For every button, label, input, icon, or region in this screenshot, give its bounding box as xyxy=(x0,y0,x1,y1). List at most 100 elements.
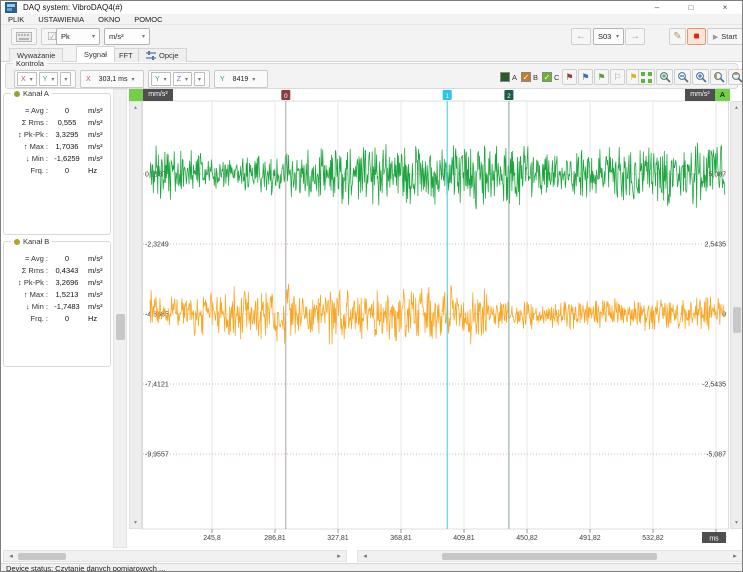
stat-row-min: ↓ Min :-1,7483m/s² xyxy=(4,300,110,312)
scroll-up-icon[interactable]: ▴ xyxy=(130,104,141,111)
scroll-up-icon[interactable]: ▴ xyxy=(731,104,742,111)
channel-b-bullet-icon xyxy=(14,239,20,245)
amplitude-select[interactable]: Pk ▾ xyxy=(56,28,100,45)
svg-text:532,82: 532,82 xyxy=(642,535,664,542)
tab-sygnal[interactable]: Sygnał xyxy=(76,46,115,62)
zoom-fit-button[interactable] xyxy=(638,69,655,85)
stat-row-pkpk: ↕ Pk-Pk :3,3295m/s² xyxy=(4,128,110,140)
channel-a-title: Kanał A xyxy=(23,89,49,98)
zoom-select-button[interactable] xyxy=(656,69,673,85)
svg-text:-5,087: -5,087 xyxy=(706,452,726,459)
main-toolbar: ☑ Pk ▾ m/s² ▾ ← S03 ▾ → ✎ ■ ▶ Start xyxy=(1,25,742,46)
signal-plot[interactable]: 0,2187-2,3249-4,8685-7,4121-9,95575,0872… xyxy=(142,89,729,546)
close-button[interactable]: × xyxy=(708,1,742,14)
tab-fft[interactable]: FFT xyxy=(111,48,141,62)
minimize-button[interactable]: – xyxy=(640,1,674,14)
cursor-axis-group-1: X▾ Y▾ ▾ xyxy=(14,70,76,88)
panel-horizontal-scrollbar[interactable]: ◂ ▸ xyxy=(3,550,347,562)
channel-a-checkbox[interactable] xyxy=(500,72,510,82)
chart-horizontal-scrollbar[interactable]: ◂ ▸ xyxy=(357,550,743,562)
menu-pomoc[interactable]: POMOC xyxy=(127,15,169,24)
stat-label: = Avg : xyxy=(4,254,48,263)
check-icon: ✓ xyxy=(523,73,530,82)
channel-a-panel: Kanał A = Avg :0m/s² Σ Rms :0,555m/s² ↕ … xyxy=(3,93,111,235)
stat-label: ↑ Max : xyxy=(4,290,48,299)
menu-okno[interactable]: OKNO xyxy=(91,15,127,24)
panel-vscroll-thumb[interactable] xyxy=(116,314,125,340)
scroll-left-icon[interactable]: ◂ xyxy=(6,551,16,562)
scroll-right-icon[interactable]: ▸ xyxy=(730,551,740,562)
edit-button[interactable]: ✎ xyxy=(669,28,686,45)
chart-hscroll-thumb[interactable] xyxy=(442,553,657,560)
chart-left-channel-square[interactable] xyxy=(129,89,143,101)
axis-y-label: Y xyxy=(43,76,48,83)
left-axis-unit-badge: mm/s² xyxy=(143,89,173,101)
maximize-button[interactable]: □ xyxy=(674,1,708,14)
flag-outline-button[interactable]: ⚐ xyxy=(610,69,625,85)
flag-blue-button[interactable]: ⚑ xyxy=(578,69,593,85)
maximize-icon: □ xyxy=(689,3,694,12)
tab-opcje[interactable]: Opcje xyxy=(138,48,187,62)
panel-hscroll-thumb[interactable] xyxy=(18,553,66,560)
menu-plik[interactable]: PLIK xyxy=(1,15,31,24)
svg-text:245,8: 245,8 xyxy=(203,535,221,542)
stop-button[interactable]: ■ xyxy=(687,28,706,45)
magnifier-minus-icon xyxy=(677,71,689,83)
chevron-down-icon: ▾ xyxy=(30,76,33,83)
stat-value: 1,5213 xyxy=(48,290,86,299)
axis-extra-select[interactable]: ▾ xyxy=(60,72,71,86)
scroll-left-icon[interactable]: ◂ xyxy=(360,551,370,562)
zoom-in-button[interactable] xyxy=(692,69,709,85)
zoom-out-button[interactable] xyxy=(674,69,691,85)
panel-vertical-scrollbar[interactable] xyxy=(113,89,127,548)
stat-label: ↓ Min : xyxy=(4,154,48,163)
scroll-down-icon[interactable]: ▾ xyxy=(130,519,141,526)
axis-z-select[interactable]: Z▾ xyxy=(173,72,192,86)
stat-unit: m/s² xyxy=(86,106,108,115)
svg-text:491,82: 491,82 xyxy=(579,535,601,542)
cursor-y-value-select[interactable]: 8419▾ xyxy=(230,72,259,86)
prev-dataset-button[interactable]: ← xyxy=(571,28,591,45)
flag-green-icon: ⚑ xyxy=(597,73,605,82)
stat-unit: m/s² xyxy=(86,302,108,311)
dataset-select[interactable]: S03 ▾ xyxy=(593,28,624,45)
menu-ustawienia[interactable]: USTAWIENIA xyxy=(31,15,91,24)
next-dataset-button[interactable]: → xyxy=(625,28,645,45)
axis-x-select[interactable]: X▾ xyxy=(17,72,37,86)
axis-y-select[interactable]: Y▾ xyxy=(39,72,59,86)
channel-c-checkbox[interactable]: ✓ xyxy=(542,72,552,82)
cursor-x-value-select[interactable]: 303,1 ms▾ xyxy=(96,72,138,86)
zoom-x-button[interactable] xyxy=(710,69,727,85)
stat-unit: Hz xyxy=(86,314,108,323)
channel-b-checkbox[interactable]: ✓ xyxy=(521,72,531,82)
stat-label: = Avg : xyxy=(4,106,48,115)
stat-unit: m/s² xyxy=(86,290,108,299)
chevron-down-icon: ▾ xyxy=(164,76,167,83)
x-tag-label: X xyxy=(86,76,91,83)
stat-value: 0 xyxy=(48,314,86,323)
stat-label: Frq. : xyxy=(4,314,48,323)
stat-row-max: ↑ Max :1,7036m/s² xyxy=(4,140,110,152)
scroll-right-icon[interactable]: ▸ xyxy=(334,551,344,562)
amplitude-select-value: Pk xyxy=(61,32,70,41)
device-config-button[interactable] xyxy=(11,28,37,45)
flag-green-button[interactable]: ⚑ xyxy=(594,69,609,85)
scroll-down-icon[interactable]: ▾ xyxy=(731,519,742,526)
start-button[interactable]: ▶ Start xyxy=(707,28,743,45)
unit-select[interactable]: m/s² ▾ xyxy=(104,28,150,45)
axis-extra2-select[interactable]: ▾ xyxy=(194,72,205,86)
right-strip-thumb[interactable] xyxy=(733,307,741,333)
magnifier-y-axis-icon xyxy=(731,71,743,83)
right-zoom-strip[interactable]: ▴ ▾ xyxy=(730,101,743,529)
play-icon: ▶ xyxy=(713,33,718,41)
stat-row-avg: = Avg :0m/s² xyxy=(4,252,110,264)
axis-y2-select[interactable]: Y▾ xyxy=(151,72,171,86)
left-zoom-strip[interactable]: ▴ ▾ xyxy=(129,101,142,529)
zoom-y-button[interactable] xyxy=(728,69,743,85)
chevron-down-icon: ▾ xyxy=(185,76,188,83)
chevron-down-icon: ▾ xyxy=(142,33,145,40)
unit-select-value: m/s² xyxy=(109,32,124,41)
stat-row-frq: Frq. :0Hz xyxy=(4,312,110,324)
flag-red-button[interactable]: ⚑ xyxy=(562,69,577,85)
dataset-select-value: S03 xyxy=(598,32,611,41)
